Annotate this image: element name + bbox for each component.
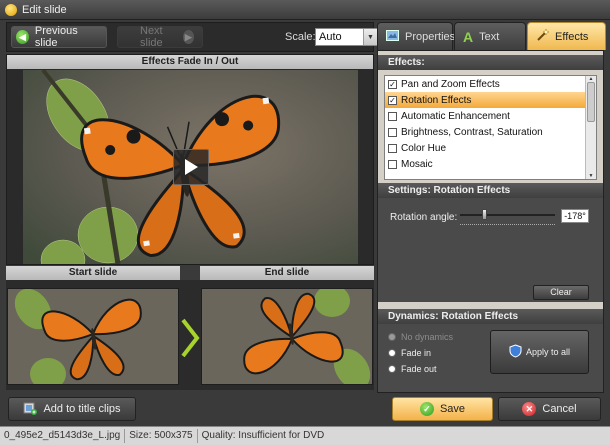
tab-effects-label: Effects (555, 30, 589, 43)
slider-knob[interactable] (482, 209, 487, 220)
rotation-angle-slider[interactable] (460, 209, 555, 220)
add-to-title-clips-button[interactable]: Add to title clips (8, 397, 136, 421)
end-slide-header: End slide (200, 266, 374, 280)
film-add-icon (23, 401, 38, 418)
window-title: Edit slide (22, 3, 67, 16)
check-icon: ✓ (419, 402, 434, 416)
checkbox[interactable]: ✓ (388, 79, 397, 89)
shield-icon (509, 344, 522, 360)
tab-bar: Properties A Text Effects (377, 20, 610, 50)
preview-panel: Effects Fade In / Out (6, 54, 374, 265)
effect-label: Pan and Zoom Effects (401, 78, 500, 90)
tab-properties[interactable]: Properties (377, 22, 456, 50)
radio-label: No dynamics (401, 332, 454, 342)
effects-panel: Effects: ✓ Pan and Zoom Effects ✓ Rotati… (377, 50, 604, 393)
tab-text[interactable]: A Text (454, 22, 526, 50)
transition-arrow-icon (180, 318, 200, 361)
checkbox[interactable] (388, 127, 397, 137)
magic-wand-icon (536, 27, 550, 45)
tab-text-label: Text (479, 30, 500, 43)
checkbox[interactable]: ✓ (388, 95, 397, 105)
effects-header: Effects: (378, 55, 603, 70)
scale-select[interactable]: Auto ▼ (315, 28, 378, 46)
properties-icon (386, 29, 399, 44)
arrow-right-icon: ▶ (182, 30, 194, 44)
slider-ticks (460, 224, 555, 226)
chevron-down-icon[interactable]: ▼ (363, 29, 377, 45)
effect-item-color-hue[interactable]: Color Hue (385, 140, 596, 156)
rotation-angle-label: Rotation angle: (390, 212, 458, 223)
radio-fade-in[interactable]: Fade in (388, 348, 431, 358)
rotation-angle-field[interactable]: -178° (561, 209, 589, 223)
radio-fade-out[interactable]: Fade out (388, 364, 437, 374)
settings-header: Settings: Rotation Effects (378, 183, 603, 198)
effect-item-auto-enhancement[interactable]: Automatic Enhancement (385, 108, 596, 124)
checkbox[interactable] (388, 111, 397, 121)
end-slide-thumbnail[interactable] (201, 288, 373, 385)
radio-label: Fade in (401, 348, 432, 358)
checkbox[interactable] (388, 143, 397, 153)
radio-label: Fade out (401, 364, 437, 374)
play-button[interactable] (173, 149, 209, 185)
effects-scrollbar[interactable]: ▲ ▼ (585, 76, 596, 179)
checkbox[interactable] (388, 159, 397, 169)
close-icon: ✕ (522, 402, 537, 416)
scale-value: Auto (319, 31, 342, 43)
save-button[interactable]: ✓ Save (392, 397, 493, 421)
tab-properties-label: Properties (405, 30, 456, 43)
radio-dot[interactable] (388, 365, 396, 373)
radio-dot[interactable] (388, 349, 396, 357)
next-slide-label: Next slide (140, 25, 163, 49)
previous-slide-button[interactable]: ◀ Previous slide (11, 25, 107, 49)
scale-label: Scale: (285, 31, 316, 43)
scroll-thumb[interactable] (587, 82, 595, 122)
dynamics-header: Dynamics: Rotation Effects (378, 309, 603, 324)
play-icon (185, 159, 198, 175)
status-quality: Quality: Insufficient for DVD (201, 430, 325, 441)
radio-no-dynamics[interactable]: No dynamics (388, 332, 453, 342)
save-label: Save (439, 403, 466, 415)
effect-item-pan-zoom[interactable]: ✓ Pan and Zoom Effects (385, 76, 596, 92)
arrow-left-icon: ◀ (16, 30, 29, 44)
effects-list: ✓ Pan and Zoom Effects ✓ Rotation Effect… (384, 75, 597, 180)
apply-to-all-button[interactable]: Apply to all (490, 330, 589, 374)
start-slide-header: Start slide (6, 266, 180, 280)
app-icon (5, 3, 17, 16)
slide-toolbar: ◀ Previous slide Next slide ▶ Scale: Aut… (6, 22, 378, 52)
clear-button[interactable]: Clear (533, 285, 589, 300)
apply-to-all-label: Apply to all (525, 347, 571, 357)
start-slide-thumbnail[interactable] (7, 288, 179, 385)
cancel-label: Cancel (542, 403, 577, 415)
effect-item-rotation[interactable]: ✓ Rotation Effects (385, 92, 596, 108)
effect-label: Rotation Effects (401, 94, 472, 106)
preview-header: Effects Fade In / Out (7, 55, 373, 69)
previous-slide-label: Previous slide (34, 25, 78, 49)
status-image-size: Size: 500x375 (125, 429, 198, 443)
title-bar: Edit slide (0, 0, 610, 20)
scroll-down-icon[interactable]: ▼ (587, 173, 595, 179)
radio-dot[interactable] (388, 333, 396, 341)
effect-label: Brightness, Contrast, Saturation (401, 126, 543, 138)
add-to-title-clips-label: Add to title clips (43, 403, 121, 415)
effect-item-brightness[interactable]: Brightness, Contrast, Saturation (385, 124, 596, 140)
effect-label: Color Hue (401, 142, 447, 154)
text-icon: A (463, 28, 474, 45)
next-slide-button[interactable]: Next slide ▶ (117, 25, 203, 49)
effect-item-mosaic[interactable]: Mosaic (385, 156, 596, 172)
effect-label: Mosaic (401, 158, 433, 170)
status-bar: 0_495e2_d5143d3e_L.jpg Size: 500x375 Qua… (0, 426, 610, 445)
effect-label: Automatic Enhancement (401, 110, 510, 122)
tab-effects[interactable]: Effects (527, 22, 606, 50)
status-file-name: 0_495e2_d5143d3e_L.jpg (0, 429, 126, 443)
cancel-button[interactable]: ✕ Cancel (498, 397, 601, 421)
